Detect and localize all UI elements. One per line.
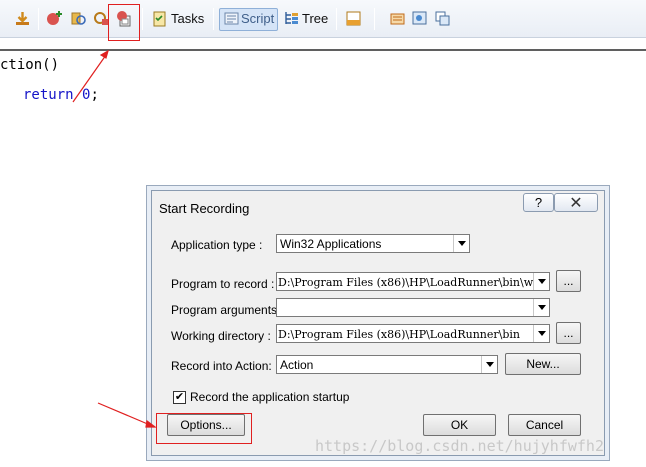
browse-program-button[interactable]: ...	[556, 270, 581, 292]
editor-border	[0, 49, 646, 51]
program-arguments-input[interactable]	[276, 298, 550, 317]
download-arrow-icon[interactable]	[14, 10, 31, 27]
application-type-value: Win32 Applications	[280, 237, 382, 251]
chevron-down-icon[interactable]	[453, 235, 469, 252]
chevron-down-icon[interactable]	[481, 356, 497, 373]
annotation-arrow-options	[97, 402, 157, 428]
output-window-icon[interactable]	[345, 10, 362, 27]
toolbar-separator	[336, 8, 337, 30]
chevron-down-icon[interactable]	[533, 273, 549, 290]
record-into-action-value: Action	[280, 358, 314, 372]
return-keyword: return	[23, 87, 74, 103]
dialog-title: Start Recording	[159, 201, 250, 216]
cancel-button[interactable]: Cancel	[508, 414, 581, 436]
watermark: https://blog.csdn.net/hujyhfwfh2	[315, 437, 604, 455]
program-to-record-label: Program to record :	[171, 277, 275, 291]
copy-windows-icon[interactable]	[434, 10, 451, 27]
tasks-tab-label[interactable]: Tasks	[171, 11, 204, 26]
program-to-record-input[interactable]: D:\Program Files (x86)\HP\LoadRunner\bin…	[276, 272, 550, 291]
new-action-button[interactable]: New...	[505, 353, 581, 375]
application-type-select[interactable]: Win32 Applications	[276, 234, 470, 253]
program-arguments-label: Program arguments :	[171, 303, 284, 317]
toolbar-separator	[374, 8, 375, 30]
chevron-down-icon[interactable]	[533, 325, 549, 342]
toolbar-separator	[213, 8, 214, 30]
statement-terminator: ;	[90, 87, 99, 103]
script-tab-label[interactable]: Script	[241, 11, 274, 26]
working-directory-label: Working directory :	[171, 329, 271, 343]
working-directory-value: D:\Program Files (x86)\HP\LoadRunner\bin	[278, 328, 520, 341]
program-to-record-value: D:\Program Files (x86)\HP\LoadRunner\bin…	[278, 276, 537, 289]
browse-directory-button[interactable]: ...	[556, 322, 581, 344]
annotation-highlight-record-button	[108, 4, 140, 41]
code-line-2: return 0;	[23, 87, 99, 103]
application-type-label: Application type :	[171, 238, 263, 252]
toolbar-separator	[142, 8, 143, 30]
chevron-down-icon[interactable]	[533, 299, 549, 316]
record-into-action-select[interactable]: Action	[276, 355, 498, 374]
runtime-settings-icon[interactable]	[389, 10, 406, 27]
close-button[interactable]: ✕	[554, 193, 598, 212]
recording-options-icon[interactable]	[411, 10, 428, 27]
tree-tab-label[interactable]: Tree	[302, 11, 328, 26]
script-icon	[224, 12, 239, 25]
add-transaction-icon[interactable]	[46, 10, 63, 27]
record-startup-checkbox[interactable]: ✔	[173, 391, 186, 404]
record-startup-label[interactable]: Record the application startup	[190, 390, 349, 404]
tasks-icon[interactable]	[151, 10, 168, 27]
help-button[interactable]: ?	[523, 193, 554, 212]
tree-icon[interactable]	[283, 10, 300, 27]
toolbar: Tasks Script Tree	[0, 0, 646, 38]
code-line-1: ction()	[0, 57, 60, 73]
record-into-action-label: Record into Action:	[171, 359, 272, 373]
working-directory-input[interactable]: D:\Program Files (x86)\HP\LoadRunner\bin	[276, 324, 550, 343]
start-transaction-icon[interactable]	[70, 10, 87, 27]
toolbar-separator	[38, 8, 39, 30]
annotation-highlight-options-button	[156, 413, 252, 444]
ok-button[interactable]: OK	[423, 414, 496, 436]
